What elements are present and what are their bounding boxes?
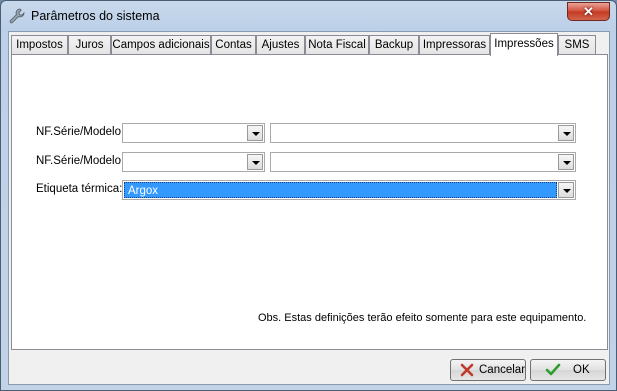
tab-impostos[interactable]: Impostos [11,35,68,55]
tab-backup[interactable]: Backup [369,35,419,55]
tab-campos-adicionais[interactable]: Campos adicionais [111,35,211,55]
tab-impressoes[interactable]: Impressões [490,33,558,56]
equipment-note: Obs. Estas definições terão efeito somen… [258,312,587,324]
cancel-button[interactable]: Cancelar [450,359,526,381]
etiqueta-termica-label: Etiqueta térmica: [36,183,123,195]
nf-serie-select-1[interactable] [122,123,265,143]
nf-serie-select-2[interactable] [122,152,265,172]
chevron-down-icon[interactable] [558,154,574,170]
close-button[interactable]: ✕ [567,2,610,21]
dialog-window: Parâmetros do sistema ✕ Impostos Juros C… [0,0,617,391]
tab-impressoras[interactable]: Impressoras [419,35,490,55]
dialog-client-area: Impostos Juros Campos adicionais Contas … [8,31,610,385]
tab-strip: Impostos Juros Campos adicionais Contas … [9,33,609,56]
chevron-down-icon[interactable] [558,182,574,198]
nf-serie-modelo-label-2: NF.Série/Modelo: [36,155,125,167]
tab-contas[interactable]: Contas [211,35,256,55]
tab-juros[interactable]: Juros [68,35,111,55]
chevron-down-icon[interactable] [558,125,574,141]
etiqueta-termica-select[interactable]: Argox [122,180,576,200]
chevron-down-icon[interactable] [247,154,263,170]
etiqueta-termica-select-value: Argox [124,182,557,198]
title-bar[interactable]: Parâmetros do sistema ✕ [1,1,616,31]
wrench-icon [9,8,25,24]
tab-nota-fiscal[interactable]: Nota Fiscal [305,35,369,55]
tab-ajustes[interactable]: Ajustes [256,35,305,55]
nf-modelo-select-1[interactable] [270,123,576,143]
checkmark-icon [545,363,561,376]
close-icon: ✕ [583,4,594,19]
ok-button[interactable]: OK [530,359,606,381]
window-title: Parâmetros do sistema [31,9,160,23]
ok-button-label: OK [573,364,590,376]
tab-panel-impressoes: NF.Série/Modelo: NF.Série/Modelo: Etique… [11,54,608,350]
nf-modelo-select-2-value [272,154,557,170]
chevron-down-icon[interactable] [247,125,263,141]
nf-modelo-select-1-value [272,125,557,141]
cancel-x-icon [460,363,474,377]
cancel-button-label: Cancelar [479,364,526,376]
tab-sms[interactable]: SMS [558,35,596,55]
nf-modelo-select-2[interactable] [270,152,576,172]
nf-serie-select-2-value [124,154,246,170]
nf-serie-select-1-value [124,125,246,141]
nf-serie-modelo-label-1: NF.Série/Modelo: [36,126,125,138]
